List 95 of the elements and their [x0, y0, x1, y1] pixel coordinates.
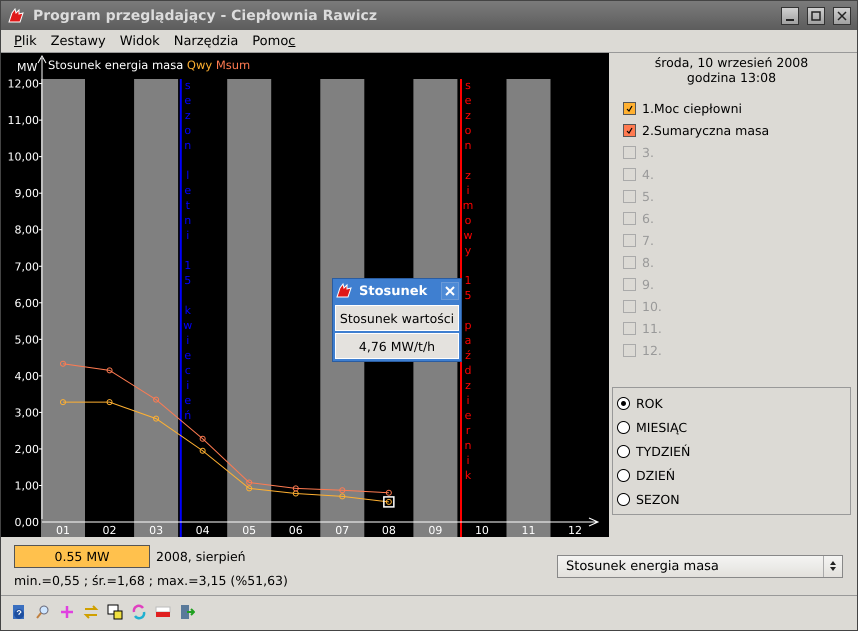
data-point[interactable] — [386, 498, 392, 505]
chart-select[interactable]: Stosunek energia masa — [557, 554, 843, 578]
x-tick-label: 03 — [149, 524, 164, 537]
series-label: 3. — [642, 144, 654, 160]
period-radio[interactable] — [617, 420, 630, 434]
y-tick-label: 7,00 — [14, 260, 39, 274]
chart-legend: Stosunek energia masa Qwy Msum — [48, 58, 250, 72]
menu-item[interactable]: Widok — [112, 34, 167, 48]
x-tick-label: 11 — [522, 524, 536, 537]
x-tick-label: 12 — [568, 524, 582, 537]
flag-icon[interactable] — [155, 604, 171, 620]
x-tick-label: 06 — [288, 524, 303, 537]
x-tick-label: 08 — [382, 524, 396, 537]
series-label: 10. — [642, 298, 662, 314]
y-tick-label: 4,00 — [14, 370, 39, 383]
data-point[interactable] — [292, 485, 299, 492]
series-label: 7. — [642, 232, 654, 248]
data-point[interactable] — [106, 367, 113, 374]
minimize-button[interactable] — [781, 6, 799, 24]
menu-item[interactable]: Narzędzia — [166, 34, 246, 48]
maximize-button[interactable] — [807, 6, 825, 24]
y-tick-label: 6,00 — [14, 296, 39, 310]
series-label: 9. — [642, 276, 654, 292]
season-label: sezon zimowy 15 październik — [462, 79, 474, 482]
period-text: 2008, sierpień — [156, 548, 246, 564]
popup-value: 4,76 MW/t/h — [335, 333, 459, 359]
popup-label: Stosunek wartości — [335, 305, 459, 331]
series-label: 11. — [642, 320, 662, 336]
help-icon[interactable] — [11, 604, 27, 620]
x-tick-label: 10 — [474, 524, 489, 537]
y-tick-label: 2,00 — [14, 442, 39, 456]
close-icon — [837, 10, 847, 20]
data-point[interactable] — [200, 436, 206, 442]
time-text: godzina 13:08 — [686, 70, 778, 85]
period-radio[interactable] — [617, 492, 630, 506]
x-tick-label: 09 — [428, 524, 442, 537]
data-point[interactable] — [200, 448, 206, 454]
window-icon[interactable] — [107, 604, 123, 620]
period-radio[interactable] — [617, 468, 630, 482]
data-point[interactable] — [386, 490, 392, 496]
period-label: SEZON — [636, 492, 680, 506]
value-field: 0.55 MW — [14, 544, 150, 568]
series-checkbox[interactable] — [623, 102, 636, 114]
data-point[interactable] — [106, 399, 113, 406]
window-title: Program przeglądający - Ciepłownia Rawicz — [33, 8, 378, 24]
season-label: sezon letni 15 kwiecień — [183, 79, 192, 422]
period-label: ROK — [636, 396, 663, 410]
menu-item[interactable]: Zestawy — [44, 34, 113, 48]
app-logo-icon — [7, 8, 25, 24]
menu-item[interactable]: Pomoc — [245, 34, 302, 48]
close-button[interactable] — [833, 6, 851, 24]
series-label: 2.Sumaryczna masa — [642, 122, 770, 138]
stats-text: min.=0,55 ; śr.=1,68 ; max.=3,15 (%51,63) — [14, 572, 288, 588]
period-radio[interactable] — [617, 396, 630, 410]
y-tick-label: 11,00 — [8, 114, 39, 128]
y-tick-label: 10,00 — [8, 150, 39, 164]
checkmark-icon — [625, 126, 634, 134]
app-logo-icon — [335, 283, 353, 299]
y-tick-label: 12,00 — [8, 78, 39, 91]
data-point[interactable] — [292, 490, 299, 496]
y-tick-label: 0,00 — [14, 516, 39, 529]
checkmark-icon — [625, 104, 634, 112]
y-tick-label: 5,00 — [14, 333, 39, 346]
y-tick-label: 8,00 — [14, 224, 39, 237]
x-tick-label: 05 — [242, 524, 256, 537]
series-label: 6. — [642, 210, 654, 226]
period-label: DZIEŃ — [636, 468, 676, 482]
period-label: TYDZIEŃ — [636, 444, 690, 458]
spin-arrows-icon — [829, 560, 837, 572]
series-label: 12. — [642, 342, 662, 358]
x-tick-label: 04 — [196, 524, 210, 537]
search-icon[interactable] — [35, 604, 51, 620]
y-axis-unit: MW — [17, 61, 38, 74]
date-text: środa, 10 wrzesień 2008 — [654, 55, 810, 70]
period-radio[interactable] — [617, 444, 630, 458]
x-tick-label: 07 — [335, 524, 350, 537]
x-tick-label: 01 — [56, 524, 70, 537]
y-tick-label: 3,00 — [14, 406, 39, 420]
y-tick-label: 1,00 — [14, 479, 39, 492]
x-tick-label: 02 — [102, 524, 117, 537]
popup-title: Stosunek — [359, 284, 428, 298]
series-checkbox[interactable] — [623, 124, 636, 136]
period-label: MIESIĄC — [636, 420, 688, 434]
close-icon — [445, 286, 455, 296]
menu-item[interactable]: Plik — [7, 34, 44, 48]
exit-icon[interactable] — [179, 604, 195, 620]
series-label: 4. — [642, 166, 654, 182]
plus-icon[interactable] — [59, 604, 75, 620]
series-label: 8. — [642, 254, 654, 270]
series-label: 5. — [642, 188, 654, 204]
maximize-icon — [811, 10, 821, 20]
series-label: 1.Moc ciepłowni — [642, 100, 742, 116]
minimize-icon — [785, 18, 795, 20]
refresh-icon[interactable] — [131, 604, 147, 620]
y-tick-label: 9,00 — [14, 187, 39, 200]
